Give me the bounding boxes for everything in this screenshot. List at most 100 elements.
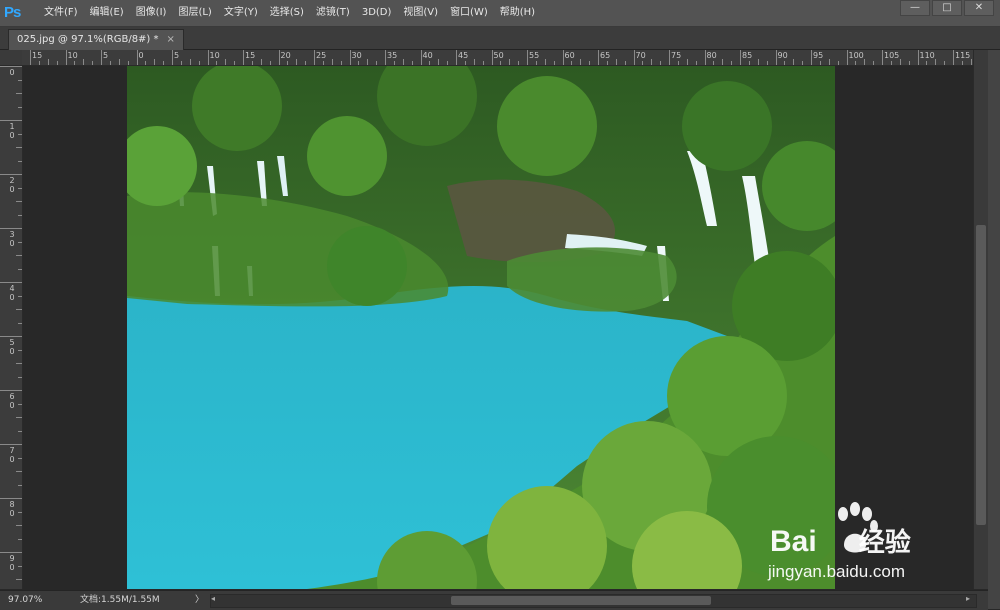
menu-item[interactable]: 选择(S) (264, 0, 310, 26)
ruler-tick (207, 50, 209, 65)
ruler-subtick (38, 61, 40, 65)
menu-item[interactable]: 窗口(W) (444, 0, 494, 26)
ruler-subtick (18, 349, 22, 351)
ruler-tick (917, 50, 919, 65)
ruler-tick (314, 50, 315, 65)
ruler-tick-label: 5 (103, 51, 109, 60)
landscape-photo (127, 66, 835, 589)
close-tab-icon[interactable]: × (167, 30, 175, 50)
ruler-subtick (18, 322, 22, 324)
vertical-scrollbar[interactable] (973, 50, 989, 589)
ruler-tick (882, 50, 883, 65)
status-menu-arrow-icon[interactable]: 〉 (195, 591, 204, 609)
photoshop-logo: Ps (4, 4, 21, 21)
ruler-subtick (16, 363, 22, 364)
menu-item[interactable]: 视图(V) (397, 0, 444, 26)
scroll-left-icon[interactable]: ◂ (211, 594, 221, 603)
ruler-subtick (473, 59, 475, 65)
ruler-tick (0, 282, 22, 283)
ruler-subtick (16, 93, 22, 94)
right-panel-edge (988, 50, 1000, 609)
ruler-subtick (74, 61, 76, 65)
zoom-level[interactable]: 97.07% (8, 591, 42, 609)
ruler-subtick (402, 59, 404, 65)
document-tab[interactable]: 025.jpg @ 97.1%(RGB/8#) * × (8, 29, 184, 50)
scroll-right-icon[interactable]: ▸ (966, 594, 976, 603)
vertical-ruler[interactable]: 0 1 0 2 0 3 0 4 0 5 0 6 0 7 0 8 0 9 0 (0, 66, 23, 589)
ruler-subtick (500, 61, 502, 65)
ruler-tick-label: 9 0 (9, 554, 15, 572)
close-button[interactable]: ✕ (964, 0, 994, 16)
horizontal-scroll-thumb[interactable] (451, 596, 711, 605)
ruler-subtick (16, 417, 22, 418)
menu-item[interactable]: 图层(L) (172, 0, 217, 26)
minimize-button[interactable]: — (900, 0, 930, 16)
ruler-subtick (269, 61, 271, 65)
menu-item[interactable]: 编辑(E) (84, 0, 130, 26)
ruler-tick-label: 0 (9, 68, 15, 77)
ruler-subtick (828, 59, 830, 65)
ruler-subtick (899, 59, 901, 65)
ruler-tick (65, 50, 67, 65)
ruler-tick (811, 50, 812, 65)
ruler-subtick (18, 160, 22, 162)
maximize-button[interactable]: □ (932, 0, 962, 16)
ruler-subtick (18, 79, 22, 81)
document-size: 文档:1.55M/1.55M (80, 595, 160, 605)
status-bar: 97.07% 文档:1.55M/1.55M 〉 ◂ ▸ (0, 590, 988, 610)
menu-bar: Ps 文件(F) 编辑(E) 图像(I) 图层(L) 文字(Y) 选择(S) 滤镜(T) 3D… (0, 0, 1000, 27)
ruler-tick-label: 2 0 (9, 176, 15, 194)
ruler-subtick (127, 61, 129, 65)
menu-item[interactable]: 滤镜(T) (310, 0, 356, 26)
ruler-subtick (56, 61, 58, 65)
ruler-subtick (677, 61, 679, 65)
horizontal-ruler[interactable]: 15 10 5 0 5 10 15 20 25 30 35 40 45 50 55 60 65 70 75 80 85 9… (22, 50, 988, 66)
ruler-subtick (464, 61, 466, 65)
ruler-subtick (260, 59, 262, 65)
ruler-subtick (970, 59, 972, 65)
ruler-subtick (18, 457, 22, 459)
ruler-subtick (198, 61, 200, 65)
menu-item[interactable]: 文件(F) (38, 0, 84, 26)
menu-item[interactable]: 帮助(H) (494, 0, 541, 26)
ruler-subtick (163, 61, 165, 65)
ruler-subtick (722, 59, 724, 65)
ruler-subtick (553, 61, 555, 65)
ruler-tick (0, 498, 22, 499)
ruler-subtick (92, 61, 94, 65)
ruler-tick (30, 50, 31, 65)
ruler-subtick (482, 61, 484, 65)
ruler-subtick (438, 59, 440, 65)
menu-item[interactable]: 文字(Y) (218, 0, 264, 26)
horizontal-scrollbar[interactable]: ◂ ▸ (210, 594, 977, 608)
ruler-tick-label: 6 0 (9, 392, 15, 410)
document-image[interactable] (127, 66, 835, 589)
ruler-tick-label: 100 (848, 51, 864, 60)
ruler-subtick (367, 59, 369, 65)
menu-item[interactable]: 3D(D) (356, 0, 398, 26)
menu-item[interactable]: 图像(I) (130, 0, 173, 26)
ruler-subtick (16, 201, 22, 202)
ruler-subtick (926, 61, 928, 65)
document-tab-title: 025.jpg @ 97.1%(RGB/8#) * (17, 34, 159, 45)
ruler-tick-label: 15 (32, 51, 43, 60)
ruler-subtick (225, 59, 227, 65)
ruler-tick-label: 7 0 (9, 446, 15, 464)
ruler-tick-label: 70 (635, 51, 646, 60)
ruler-subtick (18, 484, 22, 486)
ruler-tick-label: 115 (955, 51, 971, 60)
ruler-subtick (234, 61, 236, 65)
ruler-tick (0, 552, 22, 553)
ruler-subtick (180, 61, 182, 65)
ruler-tick-label: 80 (706, 51, 717, 60)
ruler-subtick (731, 61, 733, 65)
vertical-scroll-thumb[interactable] (976, 225, 986, 525)
ruler-subtick (571, 61, 573, 65)
document-tab-bar: 025.jpg @ 97.1%(RGB/8#) * × (0, 27, 1000, 50)
ruler-origin[interactable] (0, 50, 23, 66)
ruler-subtick (18, 187, 22, 189)
ruler-subtick (615, 59, 617, 65)
ruler-tick-label: 10 (67, 51, 78, 60)
ruler-tick (0, 66, 22, 67)
ruler-tick-label: 4 0 (9, 284, 15, 302)
